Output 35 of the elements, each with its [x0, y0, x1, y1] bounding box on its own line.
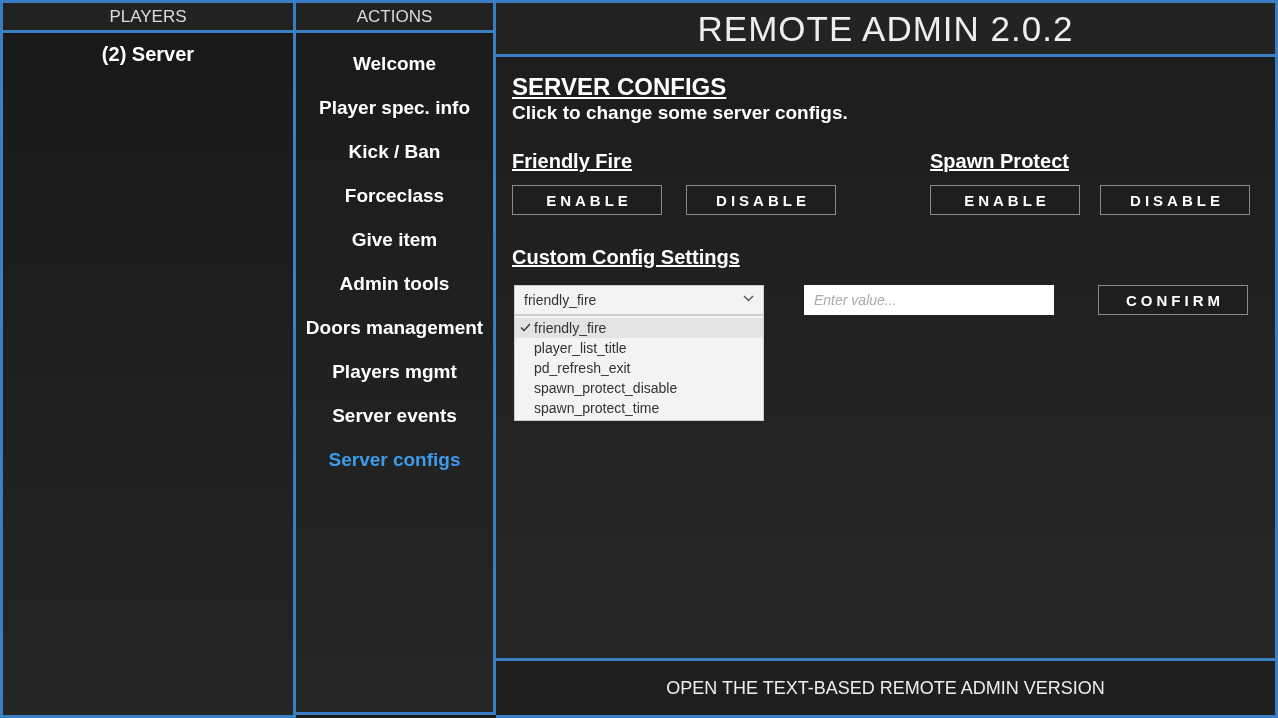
player-item[interactable]: (2) Server — [101, 43, 195, 66]
action-item[interactable]: Admin tools — [339, 271, 450, 297]
null[interactable]: ENABLE — [930, 185, 1080, 215]
action-item[interactable]: Doors management — [305, 315, 484, 341]
section-subtitle: Click to change some server configs. — [512, 101, 849, 125]
dropdown-option[interactable]: spawn_protect_disable — [515, 378, 763, 398]
action-item[interactable]: Player spec. info — [319, 95, 470, 121]
action-item[interactable]: Give item — [351, 227, 438, 253]
null[interactable]: CONFIRM — [1098, 285, 1248, 315]
chevron-down-icon — [743, 295, 754, 302]
text-version-link[interactable]: OPEN THE TEXT-BASED REMOTE ADMIN VERSION — [496, 658, 1278, 718]
setting-label: Custom Config Settings — [512, 245, 740, 269]
config-dropdown[interactable]: friendly_fire — [514, 285, 764, 315]
action-item[interactable]: Welcome — [352, 51, 437, 77]
dropdown-value: friendly_fire — [524, 292, 597, 308]
value-input[interactable]: Enter value... — [804, 285, 1054, 315]
dropdown-option[interactable]: friendly_fire — [515, 318, 763, 338]
dropdown-option[interactable]: player_list_title — [515, 338, 763, 358]
null[interactable]: DISABLE — [686, 185, 836, 215]
setting-label: Spawn Protect — [930, 149, 1069, 173]
panel-header: ACTIONS — [296, 0, 496, 33]
action-item[interactable]: Players mgmt — [332, 359, 457, 385]
section-heading: SERVER CONFIGS — [512, 73, 727, 101]
action-item[interactable]: Kick / Ban — [348, 139, 441, 165]
checkmark-icon — [520, 323, 531, 332]
dropdown-option[interactable]: pd_refresh_exit — [515, 358, 763, 378]
dropdown-option[interactable]: spawn_protect_time — [515, 398, 763, 418]
app-title: REMOTE ADMIN 2.0.2 — [496, 0, 1278, 57]
action-item[interactable]: Server configs — [328, 447, 461, 473]
null[interactable]: DISABLE — [1100, 185, 1250, 215]
action-item[interactable]: Server events — [332, 403, 457, 429]
setting-label: Friendly Fire — [512, 149, 633, 173]
action-item[interactable]: Forceclass — [344, 183, 445, 209]
panel-header: PLAYERS — [0, 0, 296, 33]
null[interactable]: ENABLE — [512, 185, 662, 215]
